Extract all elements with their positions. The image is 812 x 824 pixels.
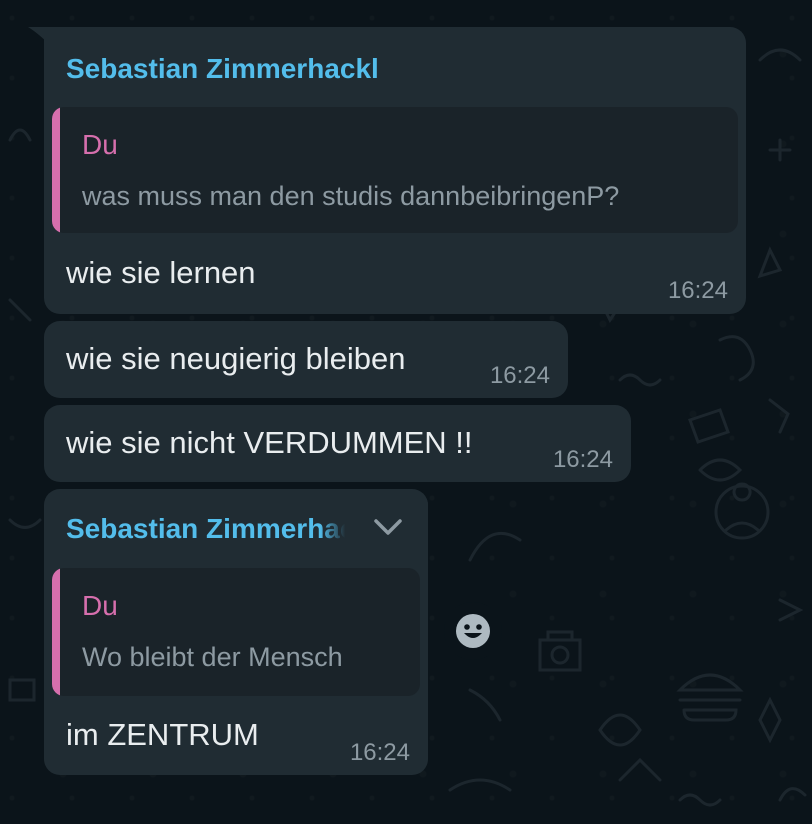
quote-text: Wo bleibt der Mensch (82, 642, 343, 672)
quoted-message[interactable]: Du was muss man den studis dannbeibringe… (52, 107, 738, 233)
quote-accent-bar (52, 568, 60, 696)
message-text: wie sie neugierig bleiben (66, 341, 406, 376)
message-text: im ZENTRUM (66, 717, 259, 752)
message-bubble[interactable]: Sebastian Zimmerhackl Du Wo bleibt der M… (44, 489, 428, 775)
quote-text: was muss man den studis dannbeibringenP? (82, 181, 620, 211)
reaction-button[interactable] (444, 602, 502, 660)
message-time: 16:24 (552, 446, 613, 473)
emoji-smile-icon (456, 614, 490, 648)
quote-accent-bar (52, 107, 60, 233)
chevron-down-icon[interactable] (370, 509, 406, 545)
sender-name[interactable]: Sebastian Zimmerhackl (66, 53, 379, 85)
message-text: wie sie lernen (66, 255, 256, 290)
message-time: 16:24 (489, 362, 550, 389)
quote-author: Du (82, 129, 118, 160)
message-bubble[interactable]: wie sie neugierig bleiben 16:24 (44, 321, 568, 398)
quoted-message[interactable]: Du Wo bleibt der Mensch (52, 568, 420, 696)
chat-panel: Sebastian Zimmerhackl Du was muss man de… (0, 0, 812, 824)
message-bubble[interactable]: Sebastian Zimmerhackl Du was muss man de… (28, 27, 746, 314)
message-time: 16:24 (667, 277, 728, 304)
message-bubble[interactable]: wie sie nicht VERDUMMEN !! 16:24 (44, 405, 631, 482)
bubble-tail (28, 27, 52, 47)
message-time: 16:24 (349, 739, 410, 766)
message-text: wie sie nicht VERDUMMEN !! (66, 425, 473, 460)
quote-author: Du (82, 590, 118, 621)
